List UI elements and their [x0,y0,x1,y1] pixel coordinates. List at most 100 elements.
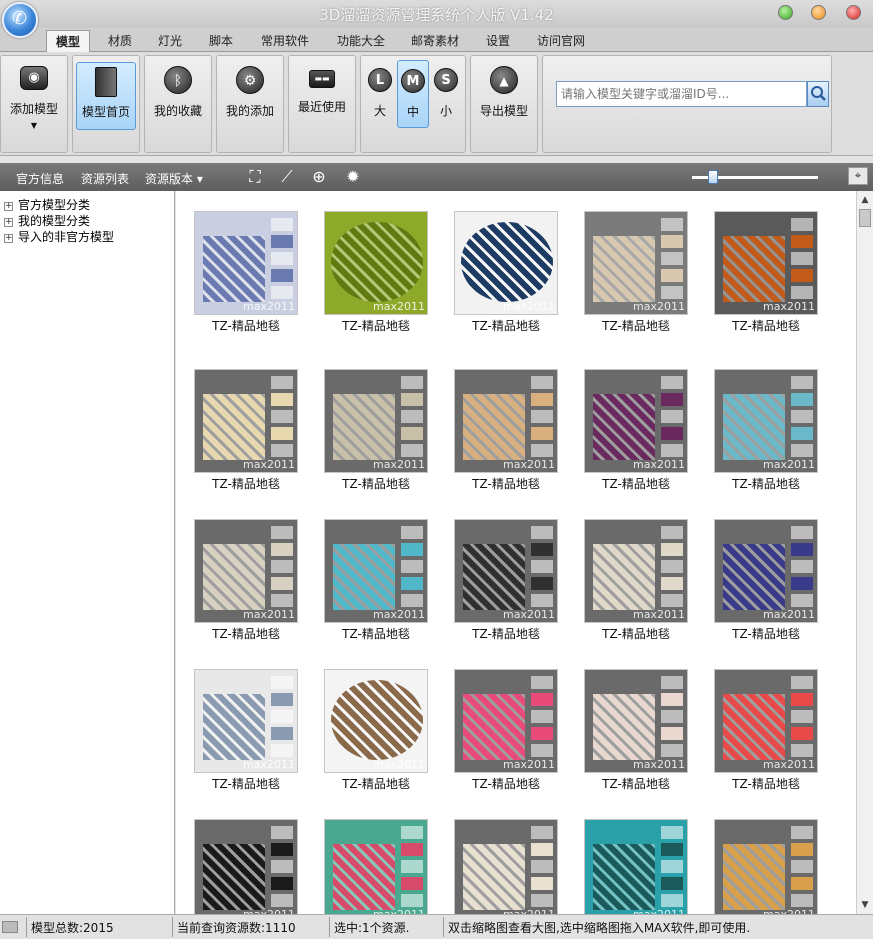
model-card[interactable]: max2011 [324,819,428,914]
model-card[interactable]: max2011 TZ-精品地毯 [454,369,558,493]
model-home-button[interactable]: 模型首页 [76,62,136,130]
model-card[interactable]: max2011 TZ-精品地毯 [324,369,428,493]
search-input[interactable] [556,81,807,107]
model-card[interactable]: max2011 TZ-精品地毯 [584,669,688,793]
settings-sun-icon[interactable]: ✹ [343,167,363,187]
model-card[interactable]: max2011 TZ-精品地毯 [194,211,298,335]
model-card[interactable]: max2011 [194,819,298,914]
tree-item-mine[interactable]: + 我的模型分类 [4,212,90,228]
model-thumbnail[interactable]: max2011 [714,211,818,315]
tab-common-software[interactable]: 常用软件 [254,30,316,52]
model-thumbnail[interactable]: max2011 [454,369,558,473]
model-thumbnail[interactable]: max2011 [454,211,558,315]
model-thumbnail[interactable]: max2011 [324,669,428,773]
zoom-slider-thumb[interactable] [708,170,719,184]
tab-model[interactable]: 模型 [46,30,90,52]
model-card-label: TZ-精品地毯 [602,627,670,641]
model-thumbnail[interactable]: max2011 [714,669,818,773]
search-button[interactable] [807,81,829,107]
expand-icon[interactable]: + [4,218,13,227]
tree-item-imported[interactable]: + 导入的非官方模型 [4,228,114,244]
model-thumbnail[interactable]: max2011 [324,369,428,473]
model-thumbnail[interactable]: max2011 [194,211,298,315]
model-thumbnail[interactable]: max2011 [714,819,818,914]
model-thumbnail[interactable]: max2011 [584,519,688,623]
recent-button[interactable]: ▬▬ 最近使用 [292,62,352,130]
swatch-preview [661,252,683,265]
model-card[interactable]: max2011 TZ-精品地毯 [324,211,428,335]
size-small-button[interactable]: S 小 [431,62,461,130]
model-card[interactable]: max2011 TZ-精品地毯 [454,211,558,335]
model-card[interactable]: max2011 [454,819,558,914]
model-thumbnail[interactable]: max2011 [714,519,818,623]
tree-item-official[interactable]: + 官方模型分类 [4,196,90,212]
my-favorites-button[interactable]: ᛒ 我的收藏 [148,62,208,130]
model-thumbnail[interactable]: max2011 [194,819,298,914]
model-thumbnail[interactable]: max2011 [454,819,558,914]
model-card[interactable]: max2011 TZ-精品地毯 [584,369,688,493]
maximize-button[interactable] [811,5,826,20]
tab-mail-assets[interactable]: 邮寄素材 [404,30,466,52]
model-card[interactable]: max2011 TZ-精品地毯 [324,519,428,643]
zoom-in-icon[interactable]: ⊕ [309,167,329,187]
add-model-button[interactable]: ◉ 添加模型 ▼ [3,62,65,148]
pin-icon[interactable]: ⌖ [848,167,868,185]
model-thumbnail[interactable]: max2011 [584,369,688,473]
vertical-scrollbar[interactable]: ▲ ▼ [856,191,873,914]
resource-version-dropdown[interactable]: 资源版本 ▾ [145,170,203,187]
tab-settings[interactable]: 设置 [476,30,520,52]
expand-icon[interactable]: + [4,202,13,211]
model-card[interactable]: max2011 TZ-精品地毯 [454,669,558,793]
model-thumbnail[interactable]: max2011 [584,211,688,315]
model-card[interactable]: max2011 TZ-精品地毯 [324,669,428,793]
model-thumbnail[interactable]: max2011 [454,519,558,623]
model-thumbnail[interactable]: max2011 [194,369,298,473]
official-info-link[interactable]: 官方信息 [16,170,64,187]
model-card[interactable]: max2011 TZ-精品地毯 [714,669,818,793]
model-thumbnail[interactable]: max2011 [194,669,298,773]
model-card[interactable]: max2011 TZ-精品地毯 [194,519,298,643]
tab-material[interactable]: 材质 [98,30,142,52]
model-thumbnail[interactable]: max2011 [454,669,558,773]
model-card[interactable]: max2011 [584,819,688,914]
model-thumbnail[interactable]: max2011 [584,819,688,914]
tab-script[interactable]: 脚本 [199,30,243,52]
fit-view-icon[interactable]: ⛶ [245,167,265,187]
app-logo-icon[interactable] [2,2,38,38]
model-thumbnail[interactable]: max2011 [714,369,818,473]
export-model-button[interactable]: ▲ 导出模型 [474,62,534,130]
size-medium-icon: M [401,69,425,93]
size-large-button[interactable]: L 大 [365,62,395,130]
swatch-preview [271,860,293,873]
my-added-button[interactable]: ⚙ 我的添加 [220,62,280,130]
scroll-down-icon[interactable]: ▼ [857,897,873,913]
close-button[interactable] [846,5,861,20]
model-card[interactable]: max2011 TZ-精品地毯 [194,669,298,793]
model-card[interactable]: max2011 TZ-精品地毯 [584,519,688,643]
tab-visit-website[interactable]: 访问官网 [530,30,592,52]
resource-list-link[interactable]: 资源列表 [81,170,129,187]
minimize-button[interactable] [778,5,793,20]
model-thumbnail[interactable]: max2011 [324,819,428,914]
model-card[interactable]: max2011 TZ-精品地毯 [714,369,818,493]
brush-icon[interactable]: ⟋ [277,167,297,187]
rug-preview [723,394,785,460]
scroll-up-icon[interactable]: ▲ [857,192,873,208]
size-medium-button[interactable]: M 中 [397,60,429,128]
model-thumbnail[interactable]: max2011 [584,669,688,773]
model-card[interactable]: max2011 TZ-精品地毯 [194,369,298,493]
model-card[interactable]: max2011 TZ-精品地毯 [714,519,818,643]
scrollbar-thumb[interactable] [859,209,871,227]
model-card[interactable]: max2011 TZ-精品地毯 [584,211,688,335]
model-thumbnail[interactable]: max2011 [324,519,428,623]
model-thumbnail[interactable]: max2011 [324,211,428,315]
swatch-preview [661,376,683,389]
model-card[interactable]: max2011 [714,819,818,914]
tab-features[interactable]: 功能大全 [330,30,392,52]
expand-icon[interactable]: + [4,234,13,243]
model-card[interactable]: max2011 TZ-精品地毯 [714,211,818,335]
model-thumbnail[interactable]: max2011 [194,519,298,623]
model-card[interactable]: max2011 TZ-精品地毯 [454,519,558,643]
swatch-preview [401,427,423,440]
tab-light[interactable]: 灯光 [148,30,192,52]
